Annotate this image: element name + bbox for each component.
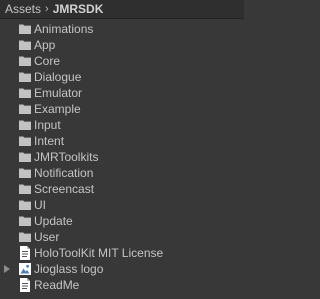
list-item-label: HoloToolKit MIT License bbox=[34, 246, 164, 260]
list-item[interactable]: Animations bbox=[0, 21, 244, 37]
list-item[interactable]: App bbox=[0, 37, 244, 53]
folder-icon bbox=[19, 166, 31, 180]
list-item-label: JMRToolkits bbox=[34, 150, 99, 164]
folder-icon bbox=[19, 86, 31, 100]
list-item-label: Notification bbox=[34, 166, 94, 180]
list-item[interactable]: JMRToolkits bbox=[0, 149, 244, 165]
breadcrumb-separator: › bbox=[45, 3, 49, 15]
folder-icon bbox=[19, 70, 31, 84]
list-item-label: Update bbox=[34, 214, 73, 228]
expand-arrow-icon[interactable] bbox=[4, 265, 10, 273]
breadcrumb-jmrsdk[interactable]: JMRSDK bbox=[53, 0, 104, 19]
folder-icon bbox=[19, 198, 31, 212]
list-item[interactable]: Core bbox=[0, 53, 244, 69]
list-item-label: Dialogue bbox=[34, 70, 82, 84]
folder-icon bbox=[19, 118, 31, 132]
list-item-label: Animations bbox=[34, 22, 94, 36]
list-item-label: Example bbox=[34, 102, 81, 116]
folder-icon bbox=[19, 22, 31, 36]
list-item[interactable]: Intent bbox=[0, 133, 244, 149]
list-item[interactable]: Example bbox=[0, 101, 244, 117]
list-item[interactable]: Update bbox=[0, 213, 244, 229]
list-item-label: Core bbox=[34, 54, 61, 68]
text-document-icon bbox=[19, 246, 31, 260]
folder-icon bbox=[19, 182, 31, 196]
list-item[interactable]: UI bbox=[0, 197, 244, 213]
list-item-label: UI bbox=[34, 198, 46, 212]
list-item-label: Jioglass logo bbox=[34, 262, 104, 276]
list-item[interactable]: User bbox=[0, 229, 244, 245]
folder-icon bbox=[19, 54, 31, 68]
asset-list: Animations App Core Dialogue Emulator Example… bbox=[0, 21, 244, 293]
folder-icon bbox=[19, 38, 31, 52]
list-item[interactable]: Dialogue bbox=[0, 69, 244, 85]
folder-icon bbox=[19, 214, 31, 228]
folder-icon bbox=[19, 150, 31, 164]
image-asset-icon bbox=[19, 262, 31, 276]
list-item[interactable]: ReadMe bbox=[0, 277, 244, 293]
list-item-label: User bbox=[34, 230, 60, 244]
list-item-label: Intent bbox=[34, 134, 65, 148]
text-document-icon bbox=[19, 278, 31, 292]
breadcrumb: Assets › JMRSDK bbox=[0, 0, 244, 19]
folder-icon bbox=[19, 102, 31, 116]
folder-icon bbox=[19, 230, 31, 244]
list-item-label: Screencast bbox=[34, 182, 95, 196]
list-item-label: Input bbox=[34, 118, 61, 132]
list-item[interactable]: Jioglass logo bbox=[0, 261, 244, 277]
list-item[interactable]: Input bbox=[0, 117, 244, 133]
folder-icon bbox=[19, 134, 31, 148]
breadcrumb-assets[interactable]: Assets bbox=[5, 0, 41, 19]
list-item[interactable]: Screencast bbox=[0, 181, 244, 197]
list-item[interactable]: Emulator bbox=[0, 85, 244, 101]
list-item-label: Emulator bbox=[34, 86, 83, 100]
list-item-label: App bbox=[34, 38, 56, 52]
list-item[interactable]: Notification bbox=[0, 165, 244, 181]
list-item[interactable]: HoloToolKit MIT License bbox=[0, 245, 244, 261]
list-item-label: ReadMe bbox=[34, 278, 80, 292]
